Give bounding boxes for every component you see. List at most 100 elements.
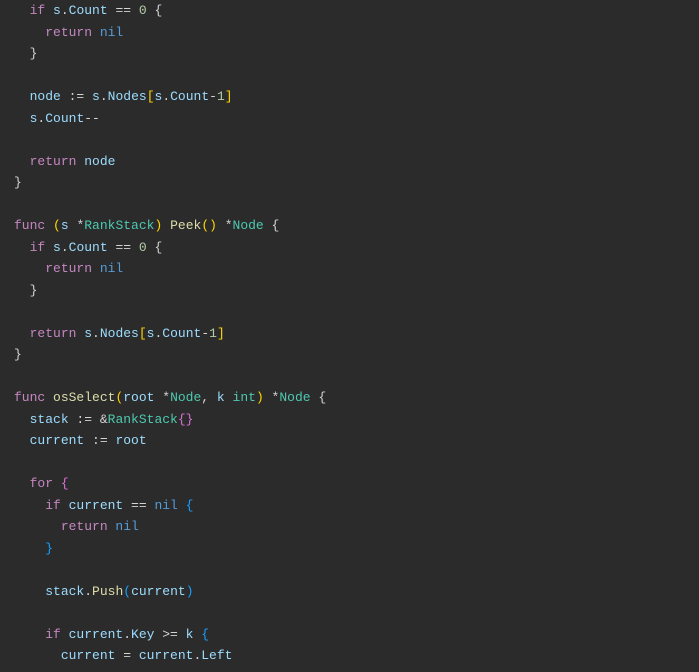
token-type: Node: [279, 390, 310, 405]
code-line[interactable]: }: [14, 43, 699, 65]
token-nil: nil: [100, 25, 123, 40]
token-op: .: [100, 89, 108, 104]
token-kw: func: [14, 218, 53, 233]
token-num: 1: [217, 89, 225, 104]
token-kw: return: [45, 261, 100, 276]
code-line[interactable]: if s.Count == 0 {: [14, 237, 699, 259]
code-line[interactable]: [14, 452, 699, 474]
code-line[interactable]: }: [14, 172, 699, 194]
code-line[interactable]: [14, 301, 699, 323]
token-ident: s: [84, 326, 92, 341]
token-num: 1: [209, 326, 217, 341]
token-ident: current: [69, 627, 124, 642]
token-brace: {: [61, 476, 69, 491]
token-kw: return: [61, 519, 116, 534]
code-line[interactable]: return s.Nodes[s.Count-1]: [14, 323, 699, 345]
token-ident: s: [53, 240, 61, 255]
code-line[interactable]: stack.Push(current): [14, 581, 699, 603]
token-op: .: [84, 584, 92, 599]
token-brace2: ): [186, 584, 194, 599]
token-kw: if: [30, 240, 53, 255]
code-line[interactable]: if current == nil {: [14, 495, 699, 517]
code-line[interactable]: return nil: [14, 258, 699, 280]
code-line[interactable]: if s.Count == 0 {: [14, 0, 699, 22]
token-op: ==: [108, 240, 139, 255]
token-prop: Key: [131, 627, 154, 642]
code-line[interactable]: s.Count--: [14, 108, 699, 130]
token-prop: Count: [162, 326, 201, 341]
token-op: := &: [69, 412, 108, 427]
token-paren: [: [147, 89, 155, 104]
token-op: .: [123, 627, 131, 642]
token-paren: ]: [217, 326, 225, 341]
code-line[interactable]: }: [14, 344, 699, 366]
token-op: ,: [201, 390, 217, 405]
code-line[interactable]: [14, 366, 699, 388]
token-kw: for: [30, 476, 61, 491]
token-func: Push: [92, 584, 123, 599]
token-nil: nil: [154, 498, 177, 513]
token-kw: if: [45, 498, 68, 513]
token-ident: s: [92, 89, 100, 104]
token-kw: return: [45, 25, 100, 40]
token-ident: stack: [30, 412, 69, 427]
token-ident: current: [131, 584, 186, 599]
token-punc: {: [147, 3, 163, 18]
token-ident: s: [53, 3, 61, 18]
token-op: [162, 218, 170, 233]
token-nil: nil: [100, 261, 123, 276]
code-line[interactable]: current = current.Left: [14, 645, 699, 667]
code-line[interactable]: stack := &RankStack{}: [14, 409, 699, 431]
token-type: Node: [170, 390, 201, 405]
token-kw: func: [14, 390, 53, 405]
code-line[interactable]: func (s *RankStack) Peek() *Node {: [14, 215, 699, 237]
token-punc: }: [30, 46, 38, 61]
code-line[interactable]: [14, 65, 699, 87]
token-op: -: [209, 89, 217, 104]
code-line[interactable]: current := root: [14, 430, 699, 452]
code-line[interactable]: if current.Key >= k {: [14, 624, 699, 646]
token-punc: }: [30, 283, 38, 298]
code-line[interactable]: node := s.Nodes[s.Count-1]: [14, 86, 699, 108]
code-editor[interactable]: if s.Count == 0 { return nil } node := s…: [0, 0, 699, 667]
token-op: .: [162, 89, 170, 104]
token-type: Node: [233, 218, 264, 233]
code-line[interactable]: func osSelect(root *Node, k int) *Node {: [14, 387, 699, 409]
code-line[interactable]: [14, 129, 699, 151]
token-op: *: [69, 218, 85, 233]
token-op: .: [92, 326, 100, 341]
code-line[interactable]: return nil: [14, 22, 699, 44]
token-ident: root: [115, 433, 146, 448]
token-ident: k: [217, 390, 225, 405]
code-line[interactable]: [14, 194, 699, 216]
code-line[interactable]: }: [14, 538, 699, 560]
code-line[interactable]: return node: [14, 151, 699, 173]
token-type: RankStack: [108, 412, 178, 427]
token-op: :=: [61, 89, 92, 104]
token-brace2: {: [193, 627, 209, 642]
code-line[interactable]: }: [14, 280, 699, 302]
code-line[interactable]: for {: [14, 473, 699, 495]
token-kw: if: [45, 627, 68, 642]
code-line[interactable]: return nil: [14, 516, 699, 538]
token-ident: current: [69, 498, 124, 513]
token-ident: current: [139, 648, 194, 663]
token-num: 0: [139, 3, 147, 18]
token-op: .: [61, 3, 69, 18]
token-brace: {}: [178, 412, 194, 427]
token-num: 0: [139, 240, 147, 255]
token-kw: if: [30, 3, 53, 18]
token-ident: stack: [45, 584, 84, 599]
token-punc: }: [14, 347, 22, 362]
token-punc: {: [311, 390, 327, 405]
code-line[interactable]: [14, 559, 699, 581]
token-brace2: }: [45, 541, 53, 556]
code-line[interactable]: [14, 602, 699, 624]
token-func: Peek: [170, 218, 201, 233]
token-prop: Count: [170, 89, 209, 104]
token-func: osSelect: [53, 390, 115, 405]
token-punc: {: [264, 218, 280, 233]
token-nil: nil: [115, 519, 138, 534]
token-ident: root: [123, 390, 154, 405]
token-op: *: [264, 390, 280, 405]
